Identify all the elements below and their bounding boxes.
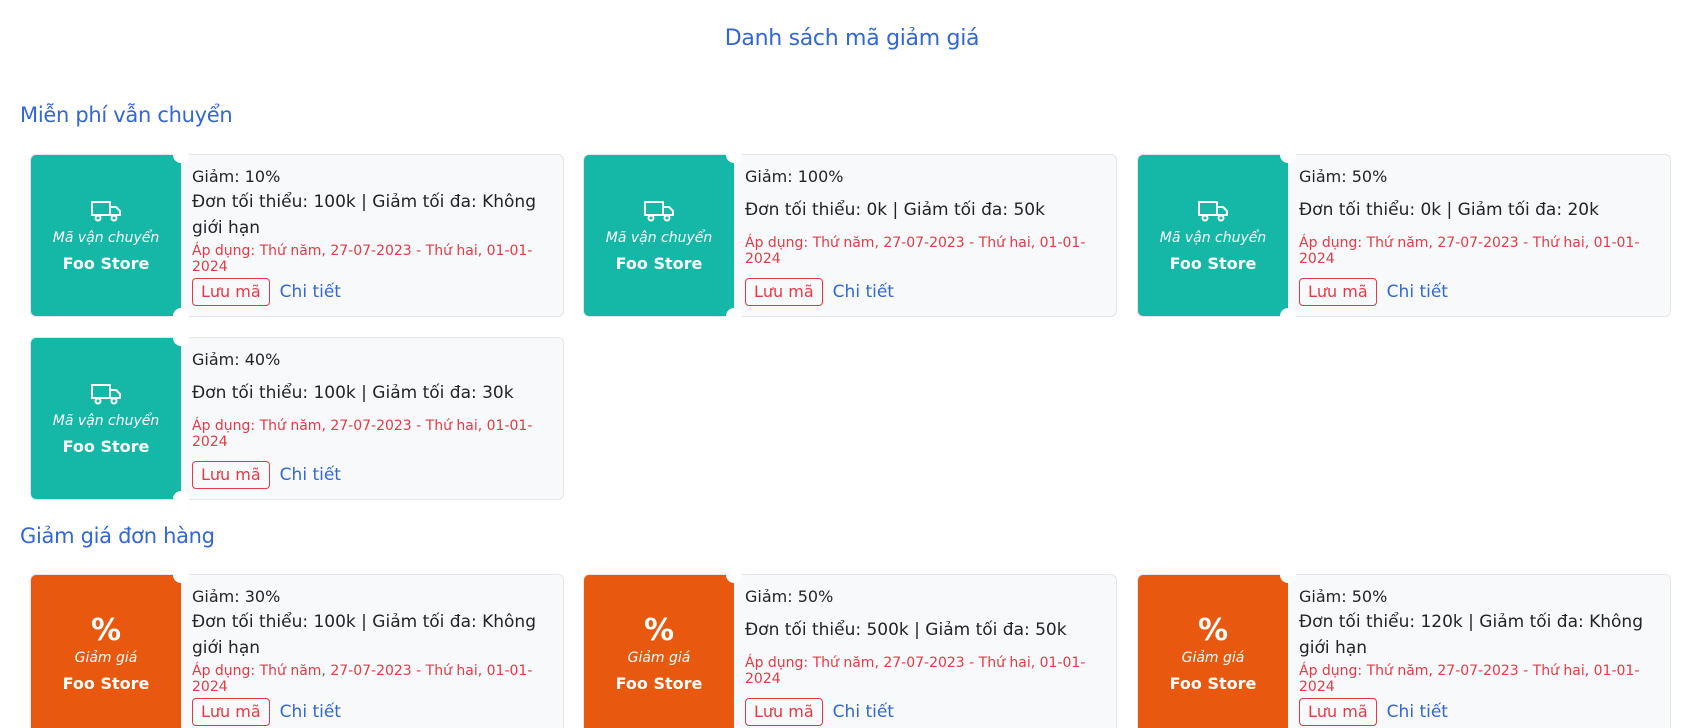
percent-icon: % [643, 613, 675, 648]
truck-icon [1197, 198, 1229, 224]
voucher-badge: % Giảm giá Foo Store [1138, 567, 1296, 728]
section-title-shipping: Miễn phí vẫn chuyển [20, 103, 233, 127]
voucher-conditions: Đơn tối thiểu: 100k | Giảm tối đa: 30k [192, 383, 514, 404]
store-name: Foo Store [1169, 674, 1257, 693]
voucher-badge: % Giảm giá Foo Store [31, 567, 189, 728]
voucher-card: % Giảm giá Foo Store Giảm: 50% Đơn tối t… [1137, 567, 1671, 728]
voucher-card: Mã vận chuyển Foo Store Giảm: 50% Đơn tố… [1137, 147, 1671, 324]
store-name: Foo Store [62, 437, 150, 456]
save-voucher-button[interactable]: Lưu mã [745, 697, 823, 726]
save-voucher-button[interactable]: Lưu mã [745, 277, 823, 306]
voucher-discount: Giảm: 40% [192, 350, 281, 369]
truck-icon [90, 381, 122, 407]
store-name: Foo Store [62, 254, 150, 273]
voucher-conditions: Đơn tối thiểu: 100k | Giảm tối đa: Không… [192, 191, 537, 238]
voucher-detail-link[interactable]: Chi tiết [833, 282, 894, 302]
voucher-discount: Giảm: 50% [1299, 587, 1388, 606]
voucher-type-label: Giảm giá [74, 650, 138, 666]
voucher-card: Mã vận chuyển Foo Store Giảm: 100% Đơn t… [583, 147, 1117, 324]
voucher-conditions: Đơn tối thiểu: 100k | Giảm tối đa: Không… [192, 611, 537, 658]
page-title: Danh sách mã giảm giá [724, 26, 980, 51]
voucher-badge: % Giảm giá Foo Store [584, 567, 742, 728]
save-voucher-button[interactable]: Lưu mã [192, 460, 270, 489]
voucher-type-label: Giảm giá [1181, 650, 1245, 666]
voucher-badge: Mã vận chuyển Foo Store [584, 147, 742, 324]
voucher-badge: Mã vận chuyển Foo Store [31, 147, 189, 324]
voucher-conditions: Đơn tối thiểu: 500k | Giảm tối đa: 50k [745, 620, 1067, 641]
save-voucher-button[interactable]: Lưu mã [1299, 277, 1377, 306]
voucher-validity: Áp dụng: Thứ năm, 27-07-2023 - Thứ hai, … [1299, 663, 1640, 696]
voucher-conditions: Đơn tối thiểu: 0k | Giảm tối đa: 20k [1299, 200, 1599, 221]
store-name: Foo Store [615, 254, 703, 273]
voucher-discount: Giảm: 50% [745, 587, 834, 606]
voucher-detail-link[interactable]: Chi tiết [1387, 282, 1448, 302]
voucher-validity: Áp dụng: Thứ năm, 27-07-2023 - Thứ hai, … [192, 417, 533, 450]
voucher-conditions: Đơn tối thiểu: 120k | Giảm tối đa: Không… [1299, 611, 1644, 658]
percent-icon: % [90, 613, 122, 648]
save-voucher-button[interactable]: Lưu mã [1299, 697, 1377, 726]
voucher-detail-link[interactable]: Chi tiết [1387, 702, 1448, 722]
voucher-conditions: Đơn tối thiểu: 0k | Giảm tối đa: 50k [745, 200, 1045, 221]
voucher-card: Mã vận chuyển Foo Store Giảm: 40% Đơn tố… [30, 330, 564, 507]
store-name: Foo Store [62, 674, 150, 693]
voucher-detail-link[interactable]: Chi tiết [280, 702, 341, 722]
percent-icon: % [1197, 613, 1229, 648]
truck-icon [90, 198, 122, 224]
save-voucher-button[interactable]: Lưu mã [192, 697, 270, 726]
voucher-validity: Áp dụng: Thứ năm, 27-07-2023 - Thứ hai, … [1299, 234, 1640, 267]
voucher-detail-link[interactable]: Chi tiết [280, 465, 341, 485]
voucher-card: % Giảm giá Foo Store Giảm: 50% Đơn tối t… [583, 567, 1117, 728]
voucher-detail-link[interactable]: Chi tiết [280, 282, 341, 302]
voucher-discount: Giảm: 50% [1299, 167, 1388, 186]
voucher-type-label: Mã vận chuyển [52, 230, 160, 246]
voucher-badge: Mã vận chuyển Foo Store [1138, 147, 1296, 324]
voucher-discount: Giảm: 30% [192, 587, 281, 606]
voucher-discount: Giảm: 100% [745, 167, 844, 186]
voucher-discount: Giảm: 10% [192, 167, 281, 186]
store-name: Foo Store [615, 674, 703, 693]
save-voucher-button[interactable]: Lưu mã [192, 277, 270, 306]
voucher-badge: Mã vận chuyển Foo Store [31, 330, 189, 507]
voucher-validity: Áp dụng: Thứ năm, 27-07-2023 - Thứ hai, … [192, 243, 533, 276]
voucher-validity: Áp dụng: Thứ năm, 27-07-2023 - Thứ hai, … [745, 654, 1086, 687]
voucher-type-label: Mã vận chuyển [1159, 230, 1267, 246]
section-title-order-discount: Giảm giá đơn hàng [20, 524, 215, 548]
voucher-detail-link[interactable]: Chi tiết [833, 702, 894, 722]
voucher-type-label: Mã vận chuyển [605, 230, 713, 246]
voucher-card: Mã vận chuyển Foo Store Giảm: 10% Đơn tố… [30, 147, 564, 324]
voucher-validity: Áp dụng: Thứ năm, 27-07-2023 - Thứ hai, … [192, 663, 533, 696]
voucher-type-label: Mã vận chuyển [52, 413, 160, 429]
voucher-validity: Áp dụng: Thứ năm, 27-07-2023 - Thứ hai, … [745, 234, 1086, 267]
voucher-card: % Giảm giá Foo Store Giảm: 30% Đơn tối t… [30, 567, 564, 728]
truck-icon [643, 198, 675, 224]
voucher-type-label: Giảm giá [627, 650, 691, 666]
store-name: Foo Store [1169, 254, 1257, 273]
